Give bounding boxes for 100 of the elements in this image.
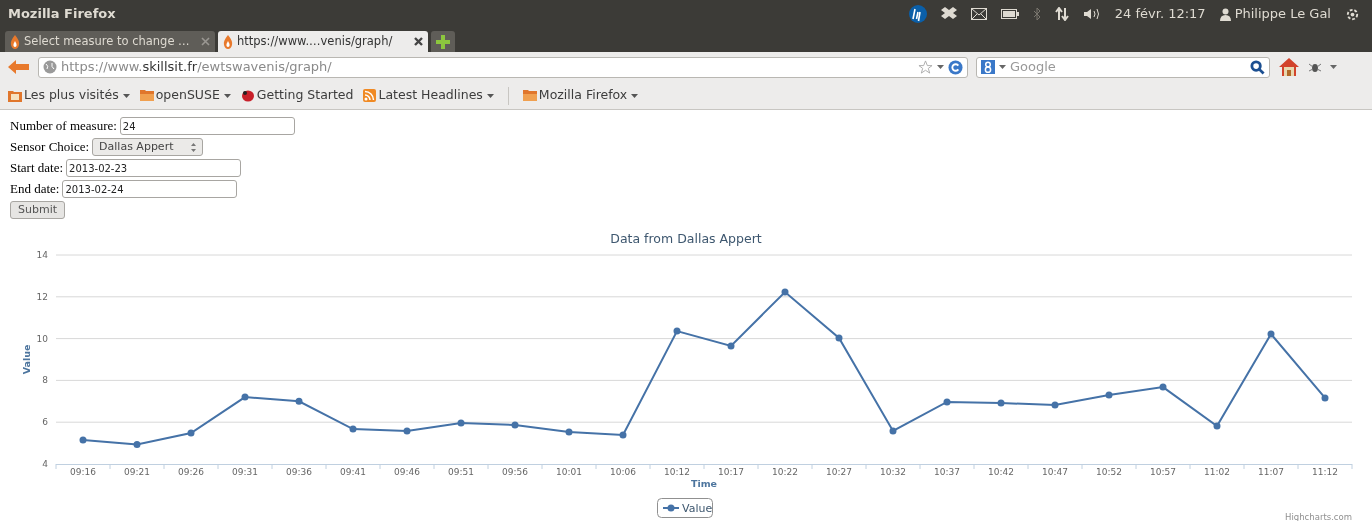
x-tick-label: 10:42 [988,467,1014,477]
data-point [403,427,411,435]
data-point [727,342,735,350]
mail-icon[interactable] [970,8,987,20]
x-tick-label: 10:22 [772,467,798,477]
globe-icon [43,60,57,74]
bookmark-item[interactable]: Les plus visités [8,86,130,105]
x-tick-label: 11:07 [1258,467,1284,477]
y-axis-title: Value [21,344,32,375]
y-tick-label: 10 [36,333,48,344]
chart-title: Data from Dallas Appert [610,231,762,246]
credit-text: Highcharts.com [1285,512,1352,521]
data-point [997,399,1005,407]
data-point [295,397,303,405]
x-tick-label: 11:02 [1204,467,1230,477]
x-tick-label: 09:21 [124,467,150,477]
field-label: Number of measure: [10,117,117,136]
x-tick-label: 10:27 [826,467,852,477]
data-point [835,334,843,342]
data-point [1321,394,1329,402]
x-axis-title: Time [690,478,718,489]
input-field[interactable]: 24 [119,117,295,135]
caret-icon[interactable] [1330,65,1337,69]
tab[interactable]: https://www.…venis/graph/ [218,31,428,52]
window-title: Mozilla Firefox [8,5,116,24]
data-point [781,288,789,296]
bookmark-item[interactable]: Latest Headlines [363,86,494,105]
data-point [1051,401,1059,409]
data-point [1159,383,1167,391]
y-tick-label: 14 [36,250,48,260]
y-tick-label: 6 [42,417,48,428]
bluetooth-icon[interactable] [1032,7,1041,21]
clock[interactable]: 24 févr. 12:17 [1114,4,1206,24]
logo-icon[interactable] [908,5,927,23]
plus-icon [436,34,450,49]
spinner-icon [191,142,197,152]
input-field[interactable]: 2013-02-23 [66,159,242,177]
folder-icon [522,89,537,102]
address-field[interactable]: https://www.skillsit.fr/ewtswavenis/graph/ [38,56,968,78]
bookmark-item[interactable]: Getting Started [240,86,354,105]
x-tick-label: 10:57 [1150,467,1176,477]
search-engine-icon[interactable] [981,60,995,74]
user-name[interactable]: Philippe Le Gal [1234,4,1331,24]
data-point [1267,330,1275,338]
new-tab-button[interactable] [431,31,455,52]
data-point [133,441,141,449]
close-icon[interactable] [414,37,423,46]
x-tick-label: 09:36 [286,467,312,477]
field-label: End date: [10,180,60,199]
x-tick-label: 10:37 [934,467,960,477]
search-field[interactable]: Google [976,56,1270,78]
y-tick-label: 4 [42,459,48,469]
tab[interactable]: Select measure to change … [5,31,215,52]
network-icon[interactable] [1054,7,1069,21]
data-point [241,393,249,401]
search-icon[interactable] [1250,59,1265,75]
folder-icon [139,89,154,102]
data-point [943,398,951,406]
star-icon[interactable] [918,60,933,74]
data-point [187,429,195,437]
battery-icon[interactable] [1000,9,1019,19]
bookmark-item[interactable]: Mozilla Firefox [522,86,639,105]
volume-icon[interactable] [1082,8,1101,20]
x-tick-label: 09:51 [448,467,474,477]
legend-label: Value [682,502,713,515]
x-tick-label: 10:12 [664,467,690,477]
x-tick-label: 09:26 [178,467,204,477]
x-tick-label: 09:16 [70,467,96,477]
flame-icon [223,34,233,49]
x-tick-label: 09:46 [394,467,420,477]
data-point [511,421,519,429]
x-tick-label: 10:06 [610,467,636,477]
legend-item[interactable]: Value [657,498,713,518]
x-tick-label: 09:41 [340,467,366,477]
data-point [457,419,465,427]
flame-icon [10,34,20,49]
folder-icon [8,88,22,103]
data-point [565,428,573,436]
submit-button[interactable]: Submit [10,201,66,219]
data-point [349,425,357,433]
caret-icon[interactable] [937,65,944,69]
y-tick-label: 12 [36,291,48,302]
x-tick-label: 09:56 [502,467,528,477]
x-tick-label: 10:01 [556,467,582,477]
bookmark-item[interactable]: openSUSE [139,86,231,105]
data-point [79,436,87,444]
input-field[interactable]: 2013-02-24 [62,180,238,198]
user-icon[interactable] [1219,7,1231,21]
x-tick-label: 10:17 [718,467,744,477]
data-point [889,427,897,435]
search-input: Google [1010,57,1246,77]
x-tick-label: 09:31 [232,467,258,477]
reload-icon[interactable] [948,59,963,75]
data-point [619,431,627,439]
x-tick-label: 11:12 [1312,467,1338,477]
x-tick-label: 10:47 [1042,467,1068,477]
sensor-select[interactable]: Dallas Appert [92,138,204,156]
field-label: Sensor Choice: [10,138,90,157]
caret-icon[interactable] [999,65,1006,69]
home-icon[interactable] [1278,57,1300,77]
